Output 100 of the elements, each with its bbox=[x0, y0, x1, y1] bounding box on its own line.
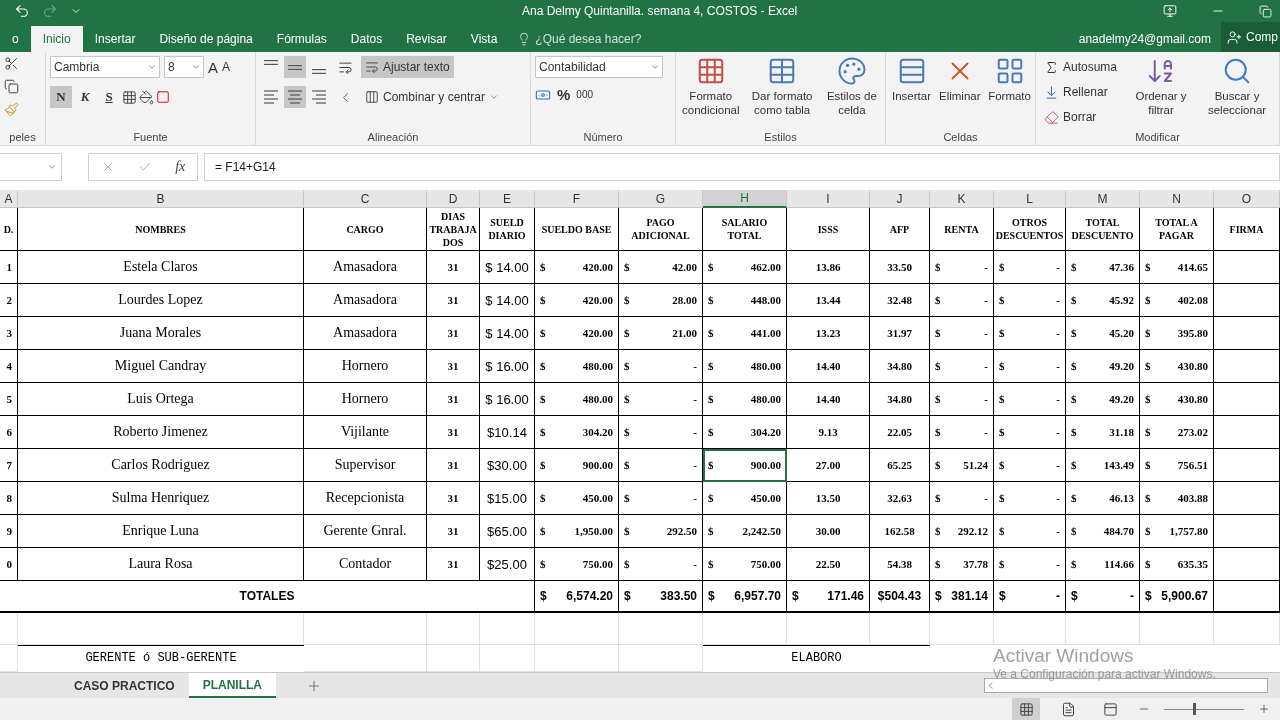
number-format-field[interactable]: Contabilidad bbox=[535, 56, 663, 78]
wrap-text-button[interactable]: Ajustar texto bbox=[361, 56, 454, 78]
table-cell: Hornero bbox=[304, 383, 427, 416]
column-header[interactable]: N bbox=[1140, 190, 1214, 208]
ribbon-tab[interactable]: Insertar bbox=[82, 26, 148, 52]
table-cell: Luis Ortega bbox=[18, 383, 304, 416]
table-cell bbox=[1214, 350, 1280, 383]
ribbon-button[interactable]: Rellenar bbox=[1040, 81, 1122, 103]
table-cell: 14.40 bbox=[787, 383, 870, 416]
table-cell bbox=[994, 613, 1066, 645]
column-header[interactable]: E bbox=[480, 190, 535, 208]
table-cell: $ 450.00 bbox=[703, 482, 787, 515]
font-style-button[interactable]: S bbox=[98, 86, 120, 108]
table-cell: 4 bbox=[0, 350, 18, 383]
column-header[interactable]: J bbox=[870, 190, 930, 208]
table-cell: $ 51.24 bbox=[930, 449, 994, 482]
column-header[interactable]: K bbox=[930, 190, 994, 208]
column-header[interactable]: B bbox=[18, 190, 304, 208]
column-header[interactable]: F bbox=[535, 190, 619, 208]
table-cell: $ 5,900.67 bbox=[1140, 581, 1214, 613]
page-break-icon bbox=[1102, 701, 1118, 717]
ribbon-button[interactable]: Buscar y seleccionar bbox=[1201, 56, 1274, 131]
column-header[interactable]: O bbox=[1214, 190, 1280, 208]
ribbon-tab[interactable]: Diseño de página bbox=[147, 26, 265, 52]
table-cell bbox=[870, 613, 930, 645]
table-cell: Sulma Henriquez bbox=[18, 482, 304, 515]
font-name-field[interactable]: Cambria bbox=[50, 56, 160, 78]
thousands-button[interactable]: 000 bbox=[576, 89, 594, 100]
table-cell: 3 bbox=[0, 317, 18, 350]
header-cell: SALARIO TOTAL bbox=[703, 208, 787, 251]
ribbon-tab[interactable]: Vista bbox=[458, 26, 510, 52]
header-cell: OTROS DESCUENTOS bbox=[994, 208, 1066, 251]
table-cell: $ - bbox=[994, 548, 1066, 581]
table-cell: 13.23 bbox=[787, 317, 870, 350]
table-cell: 31 bbox=[427, 350, 480, 383]
ribbon-tab[interactable]: Datos bbox=[338, 26, 395, 52]
sheet-tab[interactable]: CASO PRACTICO bbox=[60, 673, 189, 698]
ribbon-button[interactable]: Eliminar bbox=[937, 56, 983, 131]
table-cell: 13.86 bbox=[787, 251, 870, 284]
font-size-field[interactable]: 8 bbox=[164, 56, 204, 78]
ribbon-tab[interactable]: Fórmulas bbox=[264, 26, 339, 52]
ribbon-tab[interactable]: o bbox=[0, 26, 31, 52]
merge-button[interactable]: Combinar y centrar bbox=[361, 86, 504, 108]
column-header[interactable]: G bbox=[619, 190, 703, 208]
ribbon-tab[interactable]: Inicio bbox=[30, 26, 83, 52]
tell-me-field[interactable]: ¿Qué desea hacer? bbox=[517, 26, 642, 52]
ribbon-tab[interactable]: Revisar bbox=[394, 26, 459, 52]
table-cell: $ - bbox=[994, 515, 1066, 548]
table-cell: 31 bbox=[427, 416, 480, 449]
sigma-icon bbox=[1044, 59, 1059, 75]
caret-icon bbox=[489, 92, 500, 102]
ribbon-button[interactable]: Dar formato como tabla bbox=[745, 56, 819, 131]
ribbon-button[interactable]: Ordenar y filtrar bbox=[1125, 56, 1198, 131]
table-cell bbox=[1214, 449, 1280, 482]
header-cell: SUELD DIARIO bbox=[480, 208, 535, 251]
view-button[interactable] bbox=[1012, 698, 1040, 720]
table-cell: $ 1,950.00 bbox=[535, 515, 619, 548]
table-cell: $15.00 bbox=[480, 482, 535, 515]
column-header[interactable]: I bbox=[787, 190, 870, 208]
activation-notice-text: Ve a Configuración para activar Windows. bbox=[993, 667, 1216, 681]
table-cell: $ 462.00 bbox=[703, 251, 787, 284]
table-cell: 13.50 bbox=[787, 482, 870, 515]
table-cell: $ 171.46 bbox=[787, 581, 870, 613]
table-cell: $ - bbox=[930, 284, 994, 317]
grow-font-button[interactable]: A bbox=[208, 58, 218, 76]
table-cell: $ - bbox=[994, 350, 1066, 383]
column-header[interactable]: M bbox=[1066, 190, 1140, 208]
account-name[interactable]: anadelmy24@gmail.com bbox=[1078, 26, 1221, 52]
formula-field[interactable]: = F14+G14 bbox=[204, 153, 1280, 181]
font-style-button[interactable]: N bbox=[50, 86, 72, 108]
ribbon-button[interactable]: Formato condicional bbox=[680, 56, 742, 131]
ribbon-button[interactable]: Estilos de celda bbox=[822, 56, 881, 131]
insert-function-button[interactable]: fx bbox=[175, 159, 186, 175]
table-cell: 22.05 bbox=[870, 416, 930, 449]
table-cell: $ 273.02 bbox=[1140, 416, 1214, 449]
column-header[interactable]: C bbox=[304, 190, 427, 208]
redo-icon bbox=[42, 3, 58, 19]
column-header[interactable]: D bbox=[427, 190, 480, 208]
ribbon-button[interactable]: Formato bbox=[986, 56, 1033, 131]
table-cell: $ - bbox=[930, 482, 994, 515]
column-header[interactable]: L bbox=[994, 190, 1066, 208]
ribbon-button[interactable]: Borrar bbox=[1040, 106, 1122, 128]
percent-button[interactable]: % bbox=[557, 86, 571, 103]
table-cell bbox=[1214, 613, 1280, 645]
confirm-icon bbox=[137, 160, 152, 174]
shrink-font-button[interactable]: A bbox=[222, 60, 231, 74]
table-cell bbox=[427, 613, 480, 645]
table-cell: $ 750.00 bbox=[703, 548, 787, 581]
share-button[interactable]: Comp bbox=[1221, 22, 1280, 52]
ribbon-button[interactable]: Autosuma bbox=[1040, 56, 1122, 78]
column-header[interactable]: H bbox=[703, 190, 787, 208]
table-cell: 31 bbox=[427, 284, 480, 317]
ribbon-button[interactable]: Insertar bbox=[890, 56, 933, 131]
font-style-button[interactable]: K bbox=[74, 86, 96, 108]
table-cell bbox=[1214, 317, 1280, 350]
table-cell: 32.63 bbox=[870, 482, 930, 515]
table-cell: Amasadora bbox=[304, 251, 427, 284]
column-header[interactable]: A bbox=[0, 190, 18, 208]
sheet-tab[interactable]: PLANILLA bbox=[188, 673, 276, 698]
group-label: Modificar bbox=[1135, 131, 1180, 143]
